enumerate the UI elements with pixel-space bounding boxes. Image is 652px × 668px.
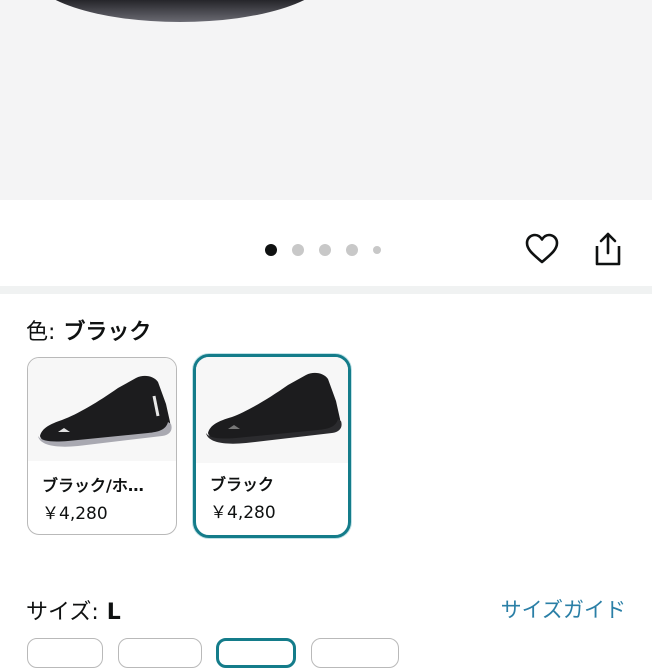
share-button[interactable] <box>588 229 628 269</box>
size-selected-value: L <box>106 600 121 625</box>
carousel-dot[interactable] <box>265 244 277 256</box>
color-option-price: ￥4,280 <box>42 504 108 524</box>
color-option-black[interactable]: ブラック ￥4,280 <box>193 354 351 538</box>
color-option-black-white[interactable]: ブラック/ホ… ￥4,280 <box>27 357 177 535</box>
size-option[interactable] <box>27 638 103 668</box>
size-label-key: サイズ: <box>26 600 99 625</box>
carousel-dot[interactable] <box>292 244 304 256</box>
heart-icon <box>525 233 559 264</box>
carousel-dot[interactable] <box>319 244 331 256</box>
product-image[interactable] <box>0 0 652 200</box>
color-option-price: ￥4,280 <box>210 503 276 523</box>
carousel-dot[interactable] <box>373 246 381 254</box>
color-label-key: 色: <box>26 320 56 345</box>
image-carousel-dots[interactable] <box>265 243 396 257</box>
color-option-image <box>196 357 348 463</box>
color-selected-value: ブラック <box>63 320 152 345</box>
color-option-image <box>28 358 176 461</box>
size-label: サイズ: L <box>26 594 121 626</box>
size-option-selected[interactable] <box>216 638 296 668</box>
color-option-name: ブラック/ホ… <box>42 476 144 495</box>
favorite-button[interactable] <box>522 229 562 269</box>
section-divider <box>0 286 652 294</box>
shoe-photo <box>30 0 330 22</box>
size-guide-link[interactable]: サイズガイド <box>501 594 626 624</box>
share-icon <box>595 232 621 266</box>
size-option[interactable] <box>311 638 399 668</box>
size-option[interactable] <box>118 638 202 668</box>
color-label: 色: ブラック <box>26 314 151 346</box>
carousel-dot[interactable] <box>346 244 358 256</box>
color-option-name: ブラック <box>210 475 275 494</box>
